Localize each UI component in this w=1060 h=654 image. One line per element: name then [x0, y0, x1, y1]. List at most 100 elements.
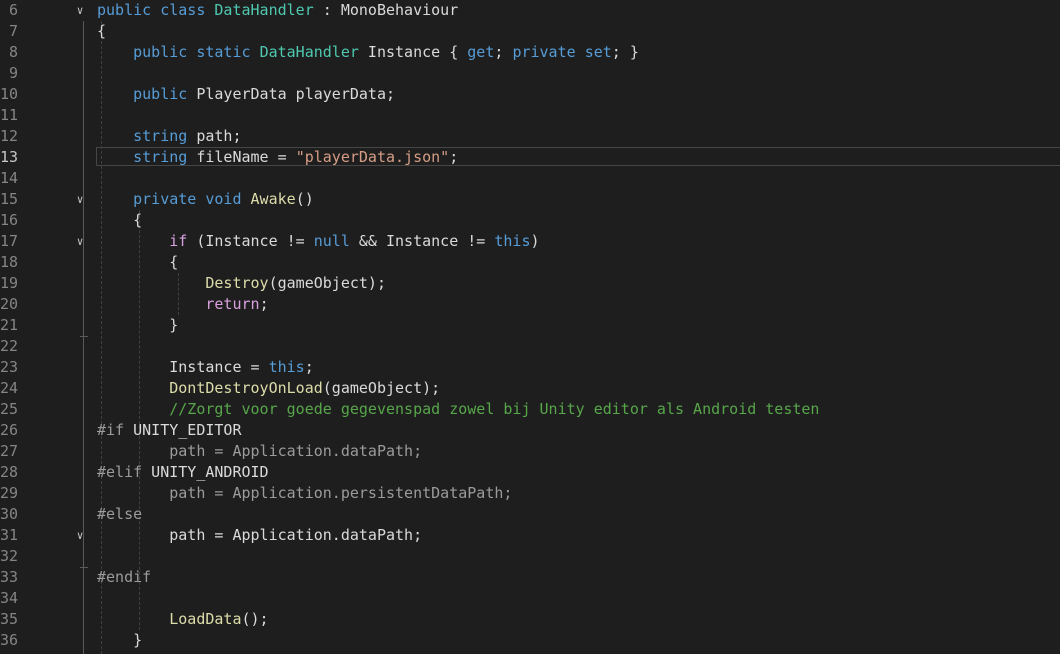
code-token: DataHandler: [214, 1, 314, 19]
line-number: 24: [0, 379, 19, 397]
line-code: #endif: [97, 567, 151, 588]
line-code: DontDestroyOnLoad(gameObject);: [97, 378, 440, 399]
code-token: this: [268, 358, 305, 376]
code-line[interactable]: 26 #if UNITY_EDITOR: [0, 420, 1060, 441]
code-line[interactable]: 34: [0, 588, 1060, 609]
code-token: class: [160, 1, 206, 19]
line-code: private void Awake(): [97, 189, 314, 210]
code-line[interactable]: 16 {: [0, 210, 1060, 231]
line-code: path = Application.persistentDataPath;: [97, 483, 512, 504]
code-token: path = Application.persistentDataPath;: [97, 484, 513, 502]
line-code: public class DataHandler : MonoBehaviour: [97, 0, 458, 21]
line-number: 7: [8, 22, 18, 40]
code-line[interactable]: 33 #endif: [0, 567, 1060, 588]
code-line[interactable]: 14: [0, 168, 1060, 189]
code-line[interactable]: 9: [0, 63, 1060, 84]
line-code: #else: [97, 504, 142, 525]
line-number: 19: [0, 274, 19, 292]
code-token: ): [530, 232, 540, 250]
code-line[interactable]: 18 {: [0, 252, 1060, 273]
code-line[interactable]: 22: [0, 336, 1060, 357]
code-token: DataHandler: [259, 43, 359, 61]
code-token: null: [313, 232, 350, 250]
line-code: {: [97, 21, 106, 42]
line-number: 16: [0, 211, 19, 229]
code-token: public: [133, 85, 188, 103]
line-code: path = Application.dataPath;: [97, 441, 422, 462]
line-number: 11: [0, 106, 19, 124]
chevron-down-icon[interactable]: ∨: [73, 525, 87, 546]
line-number: 21: [0, 316, 19, 334]
code-token: ;: [259, 295, 269, 313]
code-line[interactable]: 6 ∨ public class DataHandler : MonoBehavio…: [0, 0, 1060, 21]
code-token: PlayerData playerData;: [187, 85, 396, 103]
line-code: string path;: [97, 126, 241, 147]
code-line[interactable]: 30 #else: [0, 504, 1060, 525]
code-token: this: [494, 232, 531, 250]
line-number: 23: [0, 358, 19, 376]
code-line[interactable]: 19 Destroy(gameObject);: [0, 273, 1060, 294]
line-number: 27: [0, 442, 19, 460]
code-token: //Zorgt voor goede gegevenspad zowel bij…: [169, 400, 820, 418]
code-token: {: [97, 211, 143, 229]
code-line[interactable]: 31 ∨ path = Application.dataPath;: [0, 525, 1060, 546]
code-token: ;: [304, 358, 314, 376]
code-line[interactable]: 12 string path;: [0, 126, 1060, 147]
code-line[interactable]: 36 }: [0, 630, 1060, 651]
code-token: private: [133, 190, 197, 208]
line-number: 18: [0, 253, 19, 271]
line-number: 9: [8, 64, 18, 82]
code-token: (): [295, 190, 314, 208]
code-line[interactable]: 28 #elif UNITY_ANDROID: [0, 462, 1060, 483]
code-line[interactable]: 10 public PlayerData playerData;: [0, 84, 1060, 105]
code-line[interactable]: 32: [0, 546, 1060, 567]
code-token: string: [133, 148, 188, 166]
code-token: void: [205, 190, 242, 208]
line-number: 8: [8, 43, 18, 61]
code-token: public: [97, 1, 152, 19]
code-token: ();: [241, 610, 269, 628]
code-line[interactable]: 35 LoadData();: [0, 609, 1060, 630]
line-number: 35: [0, 610, 19, 628]
code-line[interactable]: 20 return;: [0, 294, 1060, 315]
code-token: path = Application.dataPath;: [97, 526, 423, 544]
line-number: 32: [0, 547, 19, 565]
line-number: 20: [0, 295, 19, 313]
code-token: UNITY_EDITOR: [124, 421, 242, 439]
code-token: }: [97, 316, 179, 334]
code-line[interactable]: 13 string fileName = "playerData.json";: [0, 147, 1060, 168]
code-line[interactable]: 17 ∨ if (Instance != null && Instance != …: [0, 231, 1060, 252]
line-number: 28: [0, 463, 19, 481]
code-line[interactable]: 23 Instance = this;: [0, 357, 1060, 378]
code-token: DontDestroyOnLoad: [169, 379, 323, 397]
code-line[interactable]: 25 //Zorgt voor goede gegevenspad zowel …: [0, 399, 1060, 420]
code-token: UNITY_ANDROID: [142, 463, 269, 481]
line-number: 15: [0, 190, 19, 208]
code-line[interactable]: 24 DontDestroyOnLoad(gameObject);: [0, 378, 1060, 399]
line-number: 31: [0, 526, 19, 544]
code-line[interactable]: 7{: [0, 21, 1060, 42]
code-line[interactable]: 21 }: [0, 315, 1060, 336]
line-number: 6: [8, 1, 18, 19]
line-number: 13: [0, 148, 19, 166]
code-line[interactable]: 11: [0, 105, 1060, 126]
chevron-down-icon[interactable]: ∨: [73, 0, 87, 21]
line-number: 14: [0, 169, 19, 187]
line-code: if (Instance != null && Instance != this…: [97, 231, 540, 252]
code-editor[interactable]: 6 ∨ public class DataHandler : MonoBehavio…: [0, 0, 1060, 654]
code-line[interactable]: 27 path = Application.dataPath;: [0, 441, 1060, 462]
code-line[interactable]: 15 ∨ private void Awake(): [0, 189, 1060, 210]
code-line[interactable]: 29 path = Application.persistentDataPath…: [0, 483, 1060, 504]
chevron-down-icon[interactable]: ∨: [73, 231, 87, 252]
chevron-down-icon[interactable]: ∨: [73, 189, 87, 210]
code-line[interactable]: 8 public static DataHandler Instance { g…: [0, 42, 1060, 63]
